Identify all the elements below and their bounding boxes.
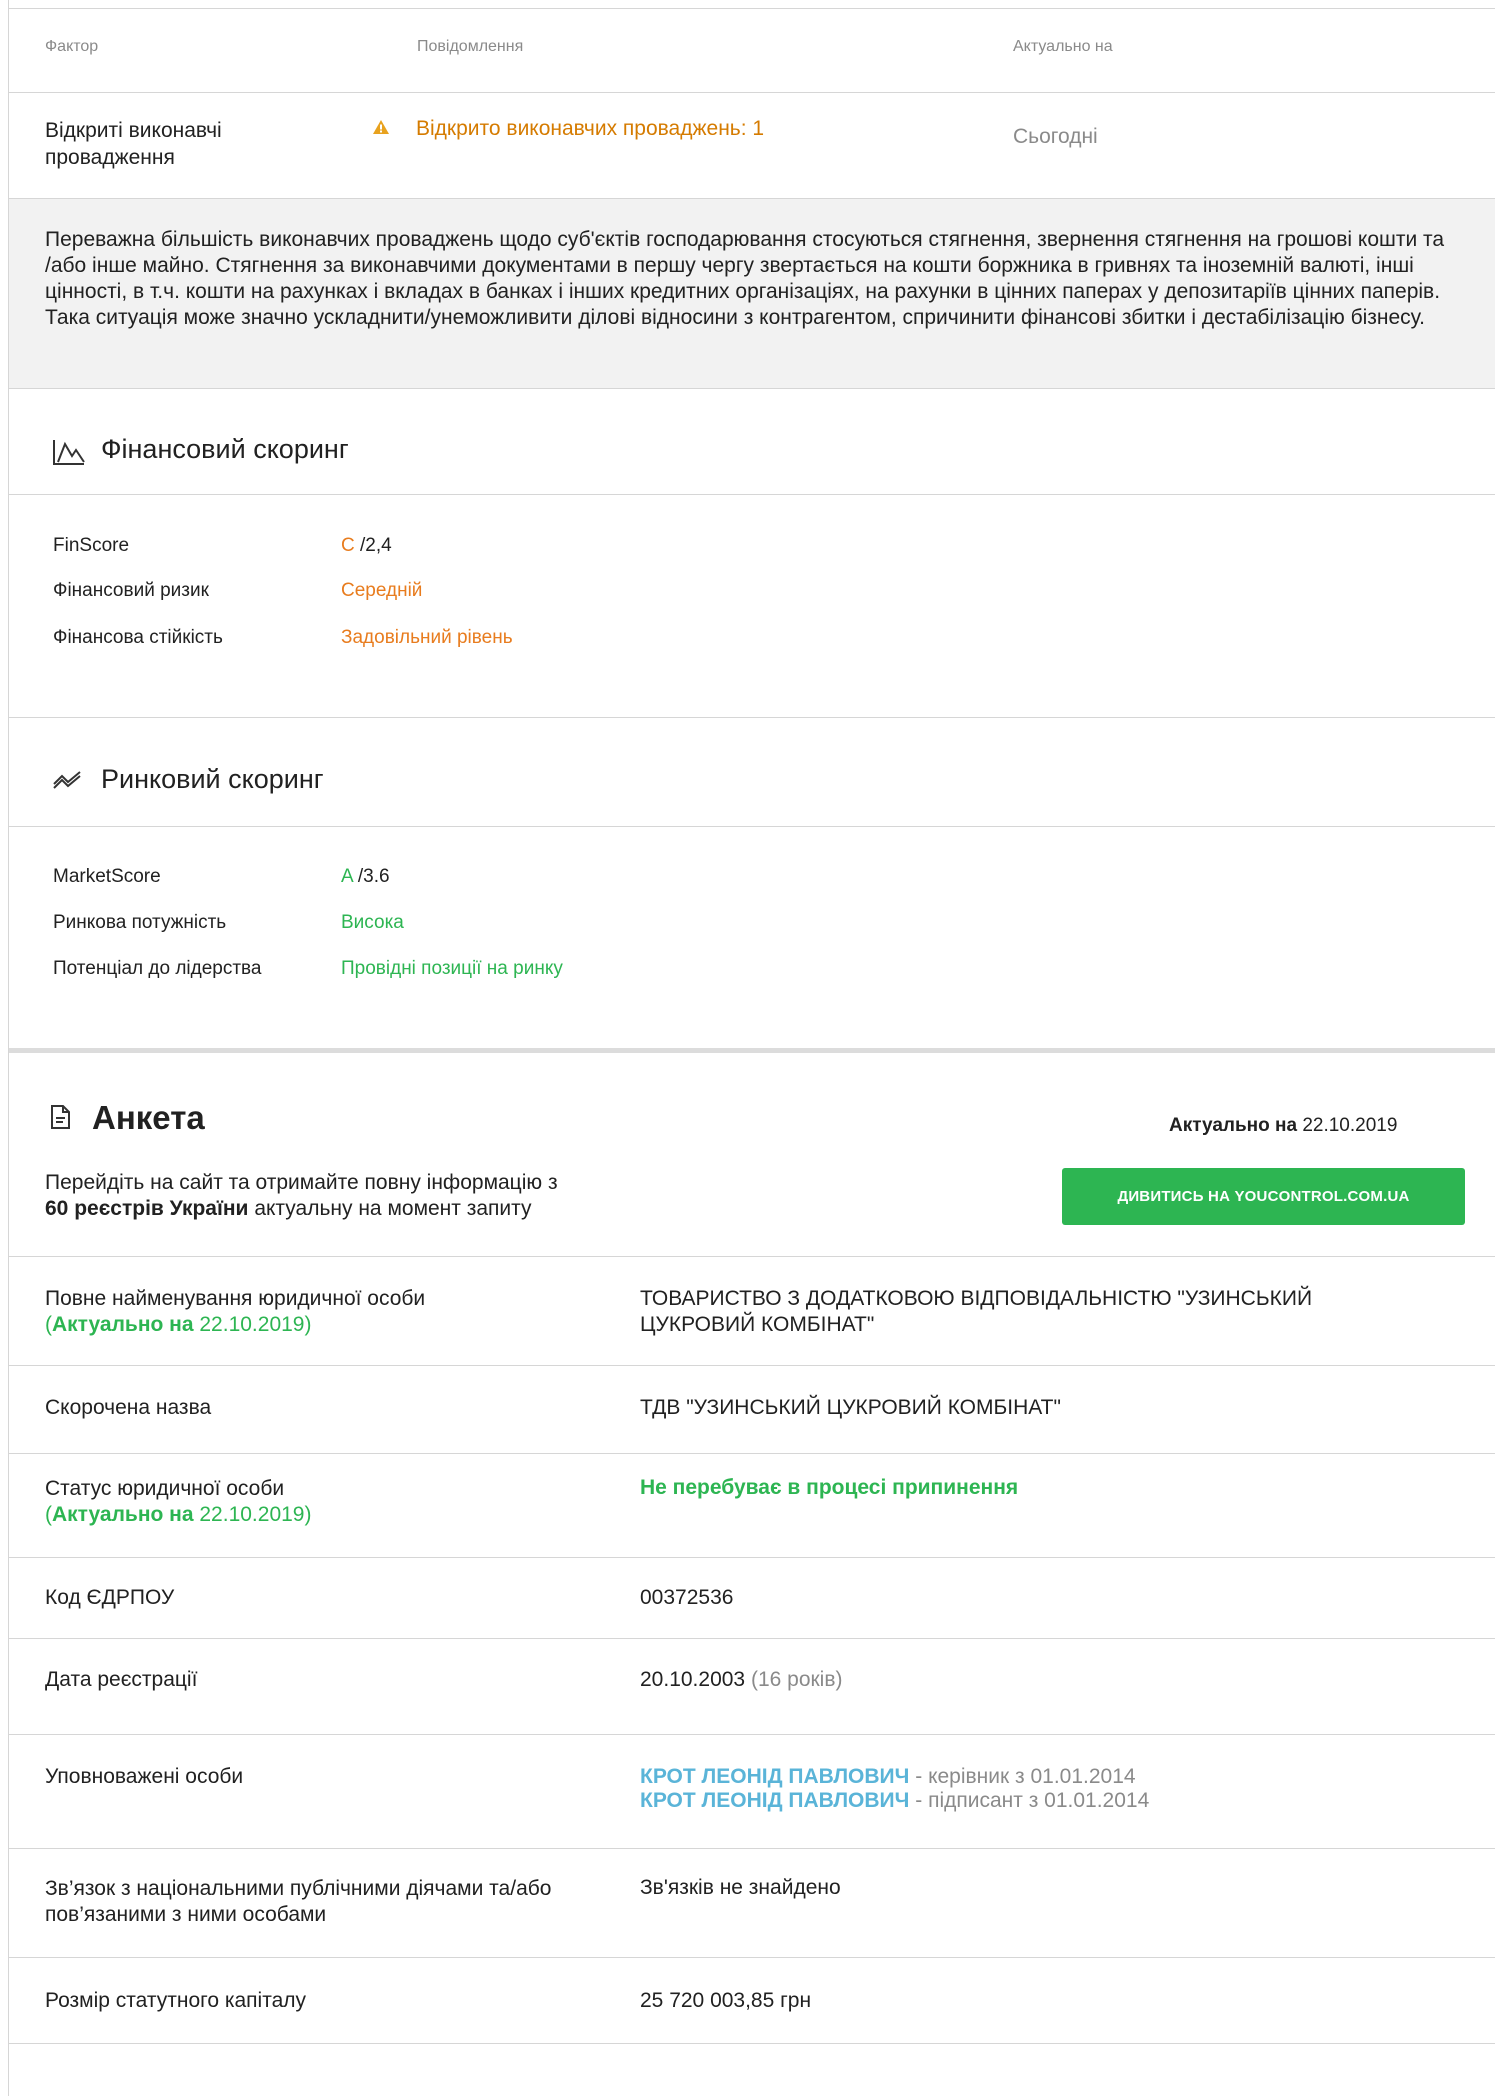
divider [9, 1453, 1495, 1454]
anketa-actual-value: 22.10.2019 [1302, 1115, 1398, 1136]
marketscore-value: A /3.6 [341, 866, 390, 888]
authorized-person-link[interactable]: КРОТ ЛЕОНІД ПАВЛОВИЧ [640, 1765, 909, 1788]
anketa-actual-label: Актуально на [1169, 1115, 1298, 1136]
divider [9, 717, 1495, 718]
finscore-label: FinScore [53, 535, 130, 556]
section-separator [9, 1048, 1495, 1053]
full-name-actual-label: Актуально на [52, 1313, 194, 1336]
authorized-persons-label: Уповноважені особи [45, 1765, 244, 1788]
registration-age: (16 років) [750, 1668, 843, 1691]
trend-icon [52, 768, 82, 795]
marketscore-label: MarketScore [53, 866, 161, 887]
section-title-financial-scoring: Фінансовий скоринг [101, 434, 349, 464]
registration-date-label: Дата реєстрації [45, 1668, 198, 1691]
financial-risk-value: Середній [341, 580, 423, 601]
divider [9, 2043, 1495, 2044]
financial-stability-label: Фінансова стійкість [53, 627, 223, 648]
capital-label: Розмір статутного капіталу [45, 1989, 307, 2012]
divider [9, 198, 1495, 199]
divider [9, 494, 1495, 495]
section-title-market-scoring: Ринковий скоринг [101, 764, 324, 794]
short-name-label: Скорочена назва [45, 1396, 212, 1419]
financial-risk-label: Фінансовий ризик [53, 580, 209, 601]
column-header-date: Актуально на [1013, 38, 1113, 55]
full-name-value: ТОВАРИСТВО З ДОДАТКОВОЮ ВІДПОВІДАЛЬНІСТЮ… [640, 1287, 1313, 1336]
status-label-block: Статус юридичної особи (Актуально на 22.… [45, 1477, 312, 1526]
full-name-label-block: Повне найменування юридичної особи (Акту… [45, 1287, 426, 1336]
leadership-label: Потенціал до лідерства [53, 958, 262, 979]
column-header-factor: Фактор [45, 38, 99, 55]
pep-value: Зв'язків не знайдено [640, 1876, 841, 1899]
finscore-value: C /2,4 [341, 535, 392, 557]
market-power-value: Висока [341, 912, 404, 933]
divider [9, 8, 1495, 9]
capital-value: 25 720 003,85 грн [640, 1989, 812, 2012]
divider [9, 1957, 1495, 1958]
marketscore-grade: A [341, 866, 353, 887]
leadership-value: Провідні позиції на ринку [341, 958, 563, 979]
marketscore-score: /3.6 [352, 866, 390, 887]
divider [9, 826, 1495, 827]
anketa-actual-date: Актуально на 22.10.2019 [1169, 1115, 1397, 1137]
authorized-role: - підписант з 01.01.2014 [909, 1789, 1150, 1812]
edrpou-label: Код ЄДРПОУ [45, 1586, 175, 1609]
full-name-actual-date: 22.10.2019 [199, 1313, 305, 1336]
promo-registries: реєстрів України [74, 1197, 249, 1220]
authorized-person-link[interactable]: КРОТ ЛЕОНІД ПАВЛОВИЧ [640, 1789, 909, 1812]
divider [9, 1848, 1495, 1849]
document-icon [49, 1104, 71, 1135]
finscore-grade: C [341, 535, 355, 556]
short-name-value: ТДВ "УЗИНСЬКИЙ ЦУКРОВИЙ КОМБІНАТ" [640, 1396, 1061, 1419]
divider [9, 1734, 1495, 1735]
edrpou-value: 00372536 [640, 1586, 734, 1609]
warning-icon [372, 119, 390, 140]
column-header-message: Повідомлення [417, 38, 524, 55]
status-actual-label: Актуально на [52, 1503, 194, 1526]
divider [9, 1256, 1495, 1257]
market-power-label: Ринкова потужність [53, 912, 227, 933]
divider [9, 1638, 1495, 1639]
status-actual-date: 22.10.2019 [199, 1503, 305, 1526]
finscore-score: /2,4 [354, 535, 392, 556]
divider [9, 92, 1495, 93]
full-name-label: Повне найменування юридичної особи [45, 1287, 426, 1310]
promo-count: 60 [45, 1197, 69, 1220]
anketa-title: Анкета [92, 1099, 205, 1136]
factor-message: Відкрито виконавчих проваджень: 1 [416, 117, 765, 140]
authorized-persons-list: КРОТ ЛЕОНІД ПАВЛОВИЧ - керівник з 01.01.… [640, 1765, 1149, 1813]
financial-stability-value: Задовільний рівень [341, 627, 513, 648]
chart-icon [52, 438, 86, 471]
divider [9, 1557, 1495, 1558]
promo-tail: актуальну на момент запиту [254, 1197, 532, 1220]
factor-name: Відкриті виконавчі провадження [45, 119, 222, 169]
promo-text: Перейдіть на сайт та отримайте повну інф… [45, 1170, 558, 1222]
authorized-role: - керівник з 01.01.2014 [909, 1765, 1136, 1788]
factor-date: Сьогодні [1013, 125, 1098, 148]
registration-date-value-block: 20.10.2003 (16 років) [640, 1668, 843, 1692]
status-label: Статус юридичної особи [45, 1477, 285, 1500]
divider [9, 388, 1495, 389]
view-on-youcontrol-button[interactable]: ДИВИТИСЬ НА YOUCONTROL.COM.UA [1062, 1168, 1465, 1225]
factor-description: Переважна більшість виконавчих проваджен… [45, 228, 1445, 329]
pep-label: Зв’язок з національними публічними діяча… [45, 1877, 552, 1926]
status-value: Не перебуває в процесі припинення [640, 1476, 1019, 1499]
divider [9, 1365, 1495, 1366]
promo-line1: Перейдіть на сайт та отримайте повну інф… [45, 1171, 558, 1194]
registration-date-value: 20.10.2003 [640, 1668, 746, 1691]
